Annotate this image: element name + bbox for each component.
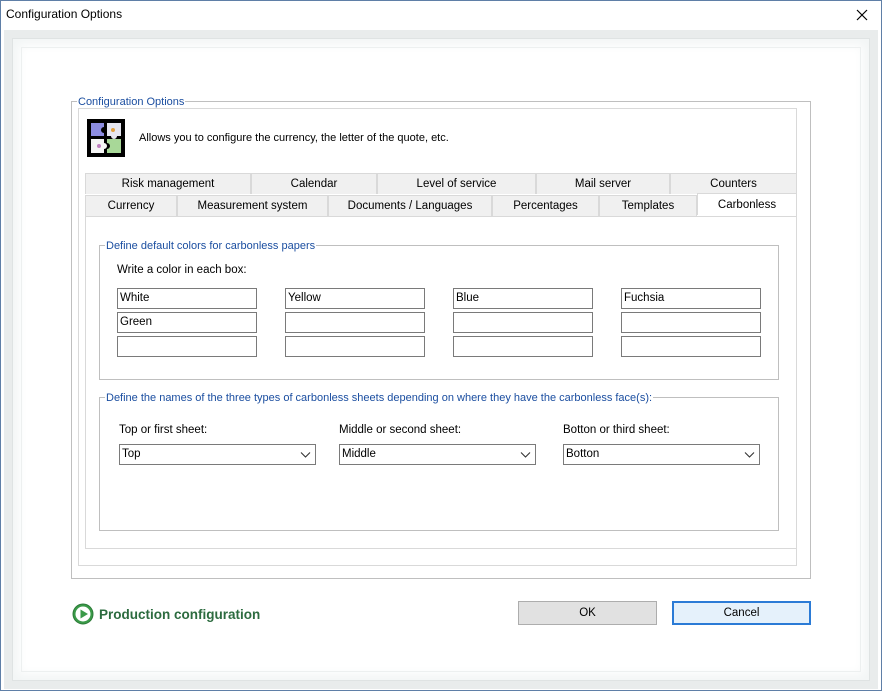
configuration-description: Allows you to configure the currency, th… [139, 132, 449, 144]
middle-sheet-value: Middle [342, 448, 376, 460]
tab-risk-management[interactable]: Risk management [85, 173, 251, 194]
color-field-2-1[interactable]: Green [117, 312, 257, 333]
color-field-3-4[interactable] [621, 336, 761, 357]
puzzle-pieces-icon [87, 119, 125, 157]
close-button[interactable] [847, 2, 877, 28]
top-sheet-select[interactable]: Top [119, 444, 316, 465]
tab-percentages[interactable]: Percentages [492, 195, 599, 216]
tab-mail-server[interactable]: Mail server [536, 173, 670, 194]
chevron-down-icon [300, 452, 311, 458]
bottom-sheet-value: Botton [566, 448, 600, 460]
bottom-sheet-select[interactable]: Botton [563, 444, 760, 465]
window-title: Configuration Options [6, 7, 123, 21]
colors-legend: Define default colors for carbonless pap… [105, 240, 317, 252]
tab-counters[interactable]: Counters [670, 173, 797, 194]
title-bar[interactable]: Configuration Options [1, 1, 881, 30]
color-field-2-2[interactable] [285, 312, 425, 333]
tab-documents-languages[interactable]: Documents / Languages [328, 195, 492, 216]
colors-instruction: Write a color in each box: [117, 264, 247, 276]
top-sheet-value: Top [122, 448, 141, 460]
color-field-1-2[interactable]: Yellow [285, 288, 425, 309]
tab-carbonless[interactable]: Carbonless [697, 193, 797, 215]
tab-currency[interactable]: Currency [85, 195, 177, 216]
tab-level-of-service[interactable]: Level of service [377, 173, 536, 194]
top-sheet-label: Top or first sheet: [119, 424, 208, 436]
color-field-3-1[interactable] [117, 336, 257, 357]
sheets-legend: Define the names of the three types of c… [105, 392, 654, 404]
color-field-3-2[interactable] [285, 336, 425, 357]
bottom-sheet-label: Botton or third sheet: [563, 424, 670, 436]
production-configuration-label: Production configuration [99, 606, 261, 622]
close-icon [856, 9, 868, 21]
production-configuration-link[interactable]: Production configuration [72, 603, 260, 625]
color-field-2-4[interactable] [621, 312, 761, 333]
color-field-1-4[interactable]: Fuchsia [621, 288, 761, 309]
play-circle-icon [72, 603, 94, 625]
middle-sheet-select[interactable]: Middle [339, 444, 536, 465]
ok-button[interactable]: OK [518, 601, 657, 625]
chevron-down-icon [744, 452, 755, 458]
color-field-1-1[interactable]: White [117, 288, 257, 309]
tab-measurement-system[interactable]: Measurement system [177, 195, 328, 216]
configuration-group-label: Configuration Options [77, 96, 186, 108]
tab-templates[interactable]: Templates [599, 195, 697, 216]
cancel-button[interactable]: Cancel [672, 601, 811, 625]
color-field-1-3[interactable]: Blue [453, 288, 593, 309]
color-field-2-3[interactable] [453, 312, 593, 333]
tab-calendar[interactable]: Calendar [251, 173, 377, 194]
middle-sheet-label: Middle or second sheet: [339, 424, 462, 436]
chevron-down-icon [520, 452, 531, 458]
color-field-3-3[interactable] [453, 336, 593, 357]
